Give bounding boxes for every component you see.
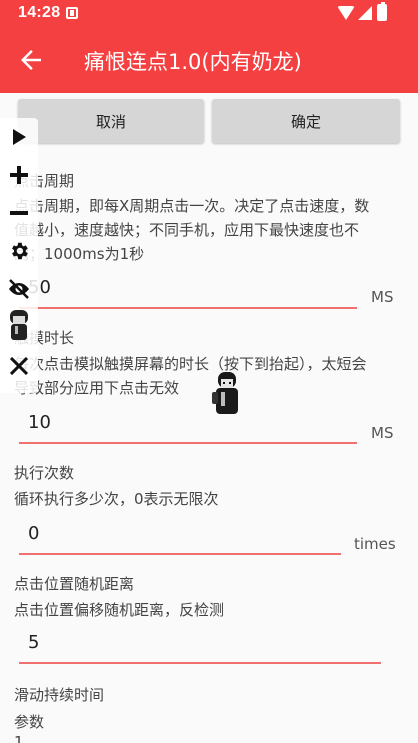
touch-duration-desc-line: 每次点击模拟触摸屏幕的时长（按下到抬起），太短会 [14,355,367,373]
click-period-desc-line: 点击周期，即每X周期点击一次。决定了点击速度，数 [14,197,370,215]
input-underline [19,662,381,664]
random-offset-title: 点击位置随机距离 [14,575,135,593]
click-period-desc: 点击周期，即每X周期点击一次。决定了点击速度，数 值越小，速度越快；不同手机，应… [14,194,404,266]
random-offset-value: 5 [28,632,40,653]
confirm-button[interactable]: 确定 [212,99,400,143]
exec-count-title: 执行次数 [14,464,75,482]
minus-icon[interactable] [0,198,38,228]
draggable-character-sprite[interactable] [210,370,242,418]
exec-count-desc: 循环执行多少次，0表示无限次 [14,490,219,508]
back-arrow-icon[interactable] [16,45,46,75]
action-button-row: 取消 确定 [0,99,418,143]
touch-duration-unit: MS [371,424,394,442]
signal-icon [358,6,372,20]
click-period-unit: MS [371,288,394,306]
input-underline [19,442,357,444]
touch-duration-input[interactable]: 10 [19,404,357,444]
exec-count-value: 0 [28,523,40,544]
random-offset-desc: 点击位置偏移随机距离，反检测 [14,601,225,619]
battery-icon [377,2,387,21]
notification-icon [66,7,78,19]
status-bar: 14:28 [0,0,418,27]
character-icon[interactable] [0,310,38,340]
touch-duration-value: 10 [28,412,51,433]
input-underline [19,553,341,555]
page-title: 痛恨连点1.0(内有奶龙) [84,50,302,74]
click-period-desc-line: 同；1000ms为1秒 [14,245,145,263]
wifi-icon [337,6,355,20]
cancel-button[interactable]: 取消 [18,99,204,143]
touch-duration-desc: 每次点击模拟触摸屏幕的时长（按下到抬起），太短会 导致部分应用下点击无效 [14,352,404,400]
play-icon[interactable] [0,122,38,152]
exec-count-input[interactable]: 0 [19,515,341,555]
app-bar: 痛恨连点1.0(内有奶龙) [0,27,418,93]
close-icon[interactable] [0,351,38,381]
gear-icon[interactable] [0,236,38,266]
click-period-desc-line: 值越小，速度越快；不同手机，应用下最快速度也不 [14,221,360,239]
exec-count-unit: times [354,535,396,553]
floating-toolbar [0,118,38,393]
eye-off-icon[interactable] [0,274,38,304]
plus-icon[interactable] [0,160,38,190]
input-underline [19,307,357,309]
status-time: 14:28 [18,4,61,21]
random-offset-input[interactable]: 5 [19,624,381,664]
swipe-duration-title: 滑动持续时间 [14,686,105,704]
swipe-duration-param-value: 1 [14,733,24,743]
click-period-input[interactable]: 50 [19,269,357,309]
touch-duration-desc-line: 导致部分应用下点击无效 [14,379,180,397]
